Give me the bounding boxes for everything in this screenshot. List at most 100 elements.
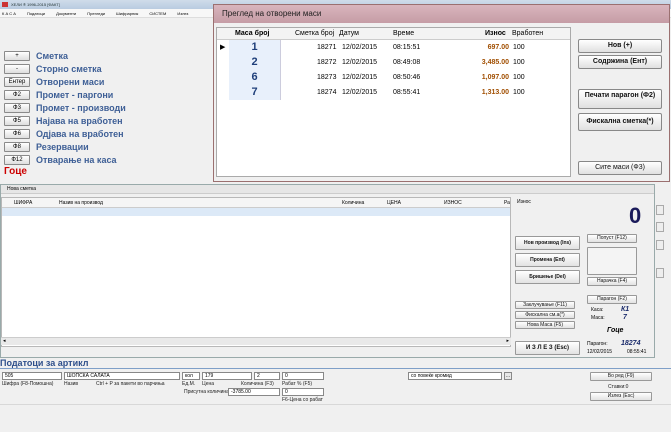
table-row[interactable]: 2 18272 12/02/2015 08:49:08 3,485.00 100 [217,55,570,70]
bill-items-grid[interactable]: ШИФРА Назив на производ Количина ЦЕНА ИЗ… [1,197,511,347]
bill-window-title: Нова сметка [1,185,654,194]
print-receipt-button[interactable]: Печати парагон (Ф2) [578,89,662,109]
menu-system[interactable]: СИСТЕМ [149,11,166,16]
col-table[interactable]: Маса број [235,28,269,40]
receipt-date: 12/02/2015 [587,349,613,355]
col-code[interactable]: ШИФРА [14,198,32,208]
fiscal-bill-button[interactable]: Фискална см.а(*) [515,311,575,319]
present-extra-field: 0 [282,388,324,396]
col-employee[interactable]: Вработен [512,28,543,40]
all-tables-button[interactable]: Сите маси (Ф3) [578,161,662,175]
new-table-button[interactable]: Нова Маса (F5) [515,321,575,329]
bill-time: 08:55:41 [393,89,421,96]
bill-amount: 697.00 [487,44,509,51]
menu-kasa[interactable]: К А С А [2,11,16,16]
key-button[interactable]: Ф3 [4,102,30,113]
col-total[interactable]: ИЗНОС [444,198,462,208]
open-tables-grid: Маса број Сметка број Датум Време Износ … [216,27,571,177]
new-table-button[interactable]: Нов (+) [578,39,662,53]
command-receipt-turnover[interactable]: Ф2 Промет - паргони [4,89,113,100]
col-date[interactable]: Датум [339,28,359,40]
bill-amount: 1,097.00 [481,74,509,81]
app-logo-icon [2,2,8,7]
note-picker-button[interactable]: ... [504,372,512,380]
col-amount[interactable]: Износ [485,28,506,40]
scroll-left-icon[interactable]: ◂ [3,338,6,344]
new-product-button[interactable]: Нов производ (Ins) [515,236,580,250]
col-price[interactable]: ЦЕНА [387,198,401,208]
close-bill-button[interactable]: Заклучување (F11) [515,301,575,309]
edit-button[interactable]: Промена (Ent) [515,253,580,267]
command-label: Промет - паргони [36,89,114,100]
key-button[interactable]: Ф5 [4,115,30,126]
key-button[interactable]: Ф8 [4,141,30,152]
hidden-button[interactable] [656,222,664,232]
receipt-time: 08:55:41 [627,349,647,355]
article-heading: Податоци за артикл [0,358,89,368]
delete-button[interactable]: Бришење (Del) [515,270,580,284]
key-button[interactable]: Ф12 [4,154,30,165]
article-discount-field[interactable]: 0 [282,372,324,380]
col-quantity[interactable]: Количина [342,198,364,208]
masa-value: 7 [623,314,627,321]
hidden-button[interactable] [656,205,664,215]
fiscal-bill-button[interactable]: Фискална сметка(*) [578,113,662,131]
bill-grid-header: ШИФРА Назив на производ Количина ЦЕНА ИЗ… [2,198,510,208]
masa-label: Маса: [591,315,605,321]
content-button[interactable]: Содржина (Ент) [578,55,662,69]
bill-number: 18272 [317,59,337,66]
col-discount[interactable]: Ра [504,198,510,208]
article-name-field[interactable]: ШОПСКА САЛАТА [64,372,180,380]
article-code-field[interactable]: 505 [2,372,62,380]
table-row[interactable]: 6 18273 12/02/2015 08:50:46 1,097.00 100 [217,70,570,85]
table-number: 2 [229,55,281,70]
col-bill[interactable]: Сметка број [295,28,334,40]
present-qty-field: -3785.00 [228,388,280,396]
article-price-field[interactable]: 179 [202,372,252,380]
menu-documents[interactable]: Документи [56,11,76,16]
command-bill[interactable]: + Сметка [4,50,68,61]
col-time[interactable]: Време [393,28,414,40]
ctrl-hint-label: Ctrl + P за пакети во парчиња [96,381,165,387]
command-storno[interactable]: - Сторно сметка [4,63,102,74]
key-button[interactable]: Ф6 [4,128,30,139]
article-exit-button[interactable]: Излез (Esc) [590,392,652,401]
name-label: Назив [64,381,79,387]
kasa-value: К1 [621,306,630,313]
exit-button[interactable]: И З Л Е З (Esc) [515,341,580,355]
bill-number: 18274 [317,89,337,96]
command-open-register[interactable]: Ф12 Отварање на каса [4,154,117,165]
bill-user: Гоце [607,327,624,334]
col-product-name[interactable]: Назив на производ [59,198,103,208]
menu-codebook[interactable]: Шифрарник [116,11,138,16]
note-input[interactable]: со повеќе кромид [408,372,502,380]
article-unit-field[interactable]: кол [182,372,200,380]
key-button[interactable]: Ентер [4,76,30,87]
command-employee-login[interactable]: Ф5 Најава на вработен [4,115,123,126]
command-employee-logout[interactable]: Ф6 Одјава на вработен [4,128,124,139]
scroll-right-icon[interactable]: ▸ [506,338,509,344]
key-button[interactable]: + [4,50,30,61]
key-button[interactable]: - [4,63,30,74]
table-row[interactable]: 7 18274 12/02/2015 08:55:41 1,313.00 100 [217,85,570,100]
horizontal-scrollbar[interactable]: ◂ ▸ [1,337,511,345]
in-order-button[interactable]: Во ред (F9) [590,372,652,381]
order-button[interactable]: Нарачка (F4) [587,277,637,286]
article-quantity-field[interactable]: 2 [254,372,280,380]
command-open-tables[interactable]: Ентер Отворени маси [4,76,104,87]
command-reservations[interactable]: Ф8 Резервации [4,141,89,152]
discount-button[interactable]: Попуст (F12) [587,234,637,243]
key-button[interactable]: Ф2 [4,89,30,100]
menu-exit[interactable]: Излез [177,11,188,16]
table-number: 7 [229,85,281,100]
hidden-button[interactable] [656,268,664,278]
selected-row[interactable] [2,208,510,216]
table-row[interactable]: ▶ 1 18271 12/02/2015 08:15:51 697.00 100 [217,40,570,55]
bill-employee: 100 [513,59,525,66]
menu-reviews[interactable]: Прегледи [87,11,105,16]
menu-data[interactable]: Податоци [27,11,45,16]
hidden-button[interactable] [656,240,664,250]
bill-date: 12/02/2015 [342,89,378,96]
command-product-turnover[interactable]: Ф3 Промет - производи [4,102,126,113]
receipt-button[interactable]: Парагон (F2) [587,295,637,304]
